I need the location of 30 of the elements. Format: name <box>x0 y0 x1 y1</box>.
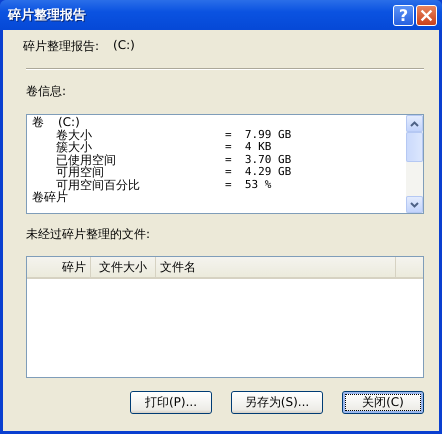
window-title: 碎片整理报告 <box>8 6 86 24</box>
column-header[interactable]: 文件大小 <box>91 257 156 277</box>
section-label: 卷碎片 <box>32 191 68 204</box>
property-value: = 3.70 GB <box>225 154 292 166</box>
column-header[interactable]: 文件名 <box>156 257 396 277</box>
property-name: 卷大小 <box>56 128 93 141</box>
drive-label: (C:) <box>58 116 80 128</box>
column-header[interactable]: 碎片 <box>27 257 91 277</box>
scroll-up-button[interactable] <box>406 115 423 132</box>
report-label: 碎片整理报告: <box>23 38 100 55</box>
property-name: 可用空间 <box>56 166 104 178</box>
dialog-button[interactable]: 打印(P)... <box>130 391 212 414</box>
dialog-button[interactable]: 另存为(S)... <box>231 391 323 414</box>
property-name: 已使用空间 <box>56 154 117 166</box>
property-value: = 4.29 GB <box>225 166 292 178</box>
files-label: 未经过碎片整理的文件: <box>26 226 152 243</box>
drive-label: (C:) <box>113 38 135 54</box>
dialog-button[interactable]: 关闭(C) <box>342 391 424 414</box>
scroll-down-button[interactable] <box>406 196 423 213</box>
volume-info-label: 卷信息: <box>26 83 68 100</box>
scrollbar[interactable] <box>406 115 423 213</box>
close-button[interactable] <box>416 4 437 26</box>
property-name: 可用空间百分比 <box>56 178 141 191</box>
scroll-thumb[interactable] <box>406 132 423 162</box>
property-value: = 4 KB <box>225 141 272 154</box>
property-value: = 7.99 GB <box>225 128 292 141</box>
property-value: = 53 % <box>225 178 272 191</box>
help-button[interactable]: ? <box>393 4 414 26</box>
property-name: 簇大小 <box>56 141 92 154</box>
section-label: 卷 <box>32 116 44 128</box>
